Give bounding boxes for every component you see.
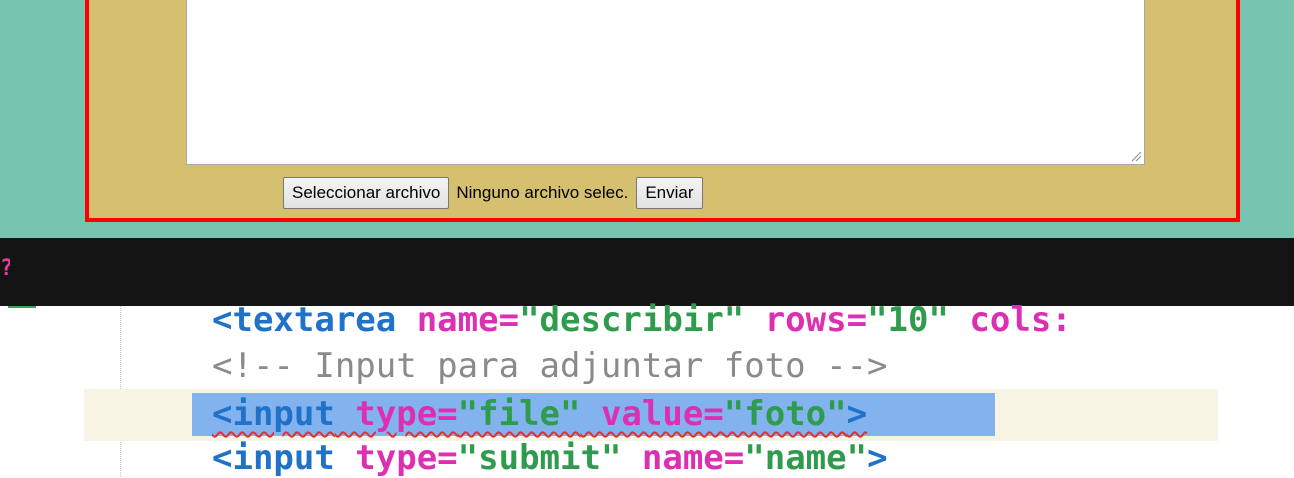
code-attr: type= <box>334 394 458 434</box>
code-string: "10" <box>867 300 949 340</box>
browser-preview: Seleccionar archivo Ninguno archivo sele… <box>0 0 1294 238</box>
code-attr: value= <box>580 394 724 434</box>
resize-grip-icon[interactable] <box>1130 150 1142 162</box>
code-attr: name= <box>621 438 745 478</box>
code-tag: > <box>867 438 888 478</box>
code-tag: > <box>846 394 868 434</box>
code-string: "name" <box>744 438 868 478</box>
window-separator <box>0 238 1294 306</box>
form-controls: Seleccionar archivo Ninguno archivo sele… <box>283 176 703 210</box>
code-string: "file" <box>457 394 581 434</box>
code-string: "describir" <box>519 300 745 340</box>
select-file-button[interactable]: Seleccionar archivo <box>283 177 450 209</box>
code-line-textarea: <textarea name="describir" rows="10" col… <box>212 300 1072 340</box>
code-string: "foto" <box>723 394 847 434</box>
gutter-marker <box>8 306 36 308</box>
file-status-label: Ninguno archivo selec. <box>456 183 629 202</box>
code-line-comment: <!-- Input para adjuntar foto --> <box>212 346 888 386</box>
code-tag: <input <box>212 438 335 478</box>
code-attr: name= <box>396 300 520 340</box>
code-tag: <textarea <box>212 300 397 340</box>
code-editor[interactable]: <textarea name="describir" rows="10" col… <box>0 300 1294 478</box>
code-attr: type= <box>334 438 458 478</box>
describe-textarea[interactable] <box>186 0 1145 165</box>
code-line-input-file: <input type="file" value="foto"> <box>212 394 867 434</box>
code-line-input-submit: <input type="submit" name="name"> <box>212 438 888 478</box>
code-tag: <input <box>212 394 335 434</box>
code-string: "submit" <box>457 438 622 478</box>
submit-button[interactable]: Enviar <box>636 177 703 209</box>
code-attr: cols: <box>948 300 1072 340</box>
code-attr: rows= <box>744 300 868 340</box>
editor-tab-icon: ? <box>0 256 10 280</box>
